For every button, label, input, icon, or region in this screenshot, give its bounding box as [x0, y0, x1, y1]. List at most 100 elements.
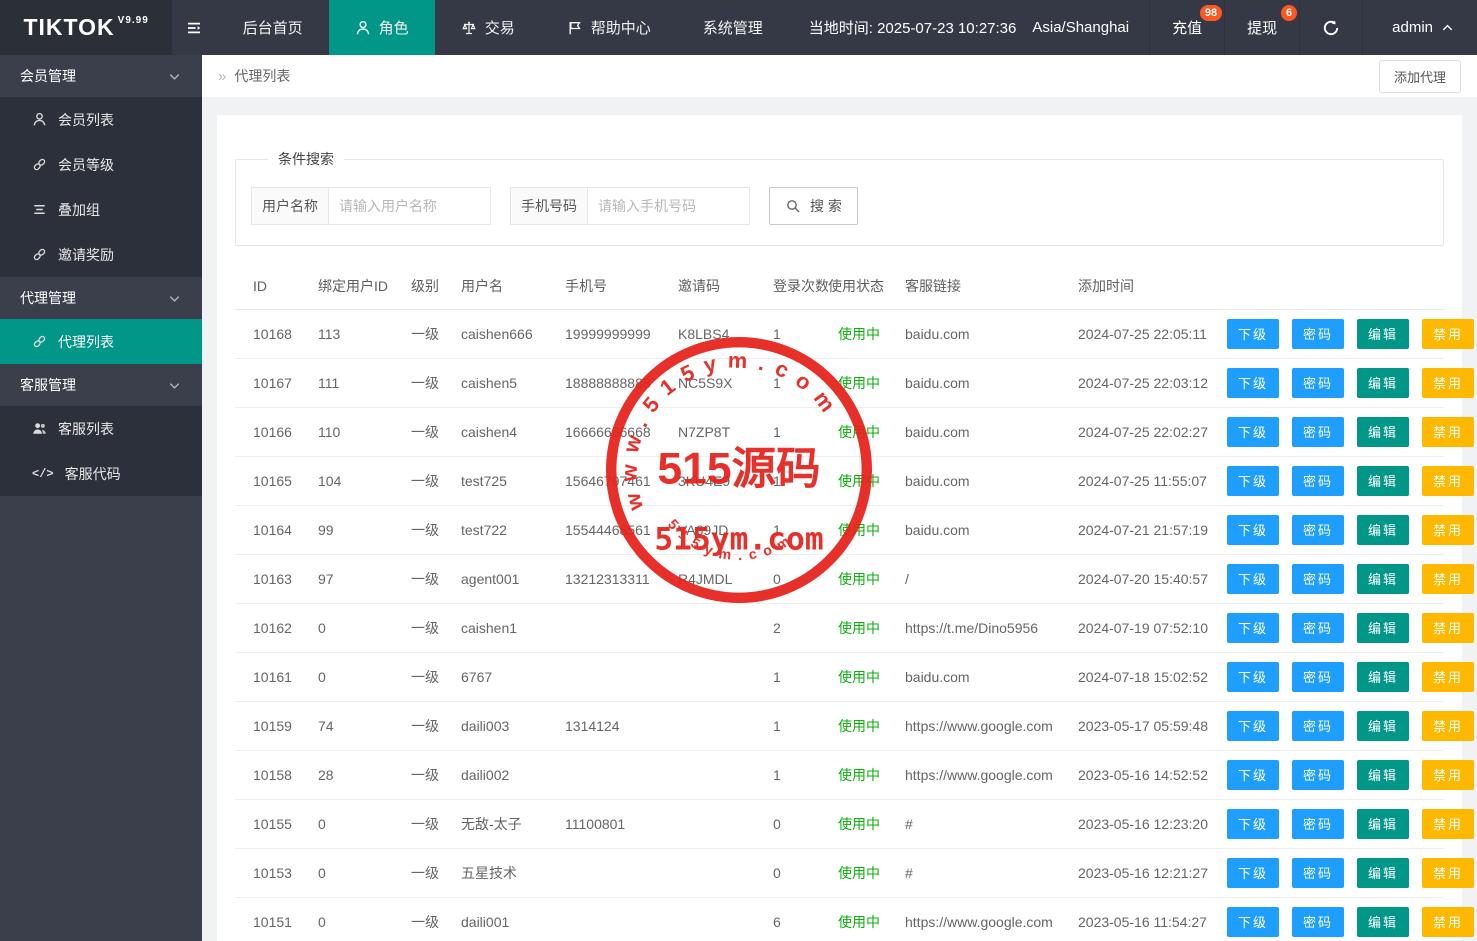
action-disable-button[interactable]: 禁用: [1422, 907, 1474, 937]
action-disable-button[interactable]: 禁用: [1422, 466, 1474, 496]
action-edit-button[interactable]: 编辑: [1357, 564, 1409, 594]
topnav-tab-trade[interactable]: 交易: [435, 0, 541, 55]
withdraw-menu-item[interactable]: 提现 6: [1224, 0, 1299, 55]
action-edit-button[interactable]: 编辑: [1357, 760, 1409, 790]
action-disable-button[interactable]: 禁用: [1422, 564, 1474, 594]
action-edit-button[interactable]: 编辑: [1357, 319, 1409, 349]
action-password-button[interactable]: 密码: [1292, 319, 1344, 349]
action-disable-button[interactable]: 禁用: [1422, 809, 1474, 839]
chevron-down-icon: [167, 69, 182, 84]
brand-logo[interactable]: TIKTOK V9.99: [0, 0, 172, 55]
cell-level: 一级: [411, 652, 461, 701]
action-disable-button[interactable]: 禁用: [1422, 711, 1474, 741]
action-password-button[interactable]: 密码: [1292, 809, 1344, 839]
action-edit-button[interactable]: 编辑: [1357, 613, 1409, 643]
cell-time: 2024-07-19 07:52:10: [1078, 603, 1227, 652]
recharge-menu-item[interactable]: 充值 98: [1149, 0, 1224, 55]
action-subordinates-button[interactable]: 下级: [1227, 417, 1279, 447]
action-password-button[interactable]: 密码: [1292, 368, 1344, 398]
cell-logins: 1: [753, 407, 828, 456]
action-subordinates-button[interactable]: 下级: [1227, 760, 1279, 790]
cell-id: 10158: [235, 750, 318, 799]
cell-invite: [678, 652, 753, 701]
cell-actions: 下级密码编辑禁用: [1227, 652, 1444, 701]
action-edit-button[interactable]: 编辑: [1357, 368, 1409, 398]
sidebar-item-service-code[interactable]: </>客服代码: [0, 451, 202, 496]
action-disable-button[interactable]: 禁用: [1422, 417, 1474, 447]
sidebar-item-service-list[interactable]: 客服列表: [0, 406, 202, 451]
cell-logins: 1: [753, 652, 828, 701]
action-password-button[interactable]: 密码: [1292, 613, 1344, 643]
cell-link: baidu.com: [905, 407, 1078, 456]
cell-phone: 13212313311: [565, 554, 678, 603]
local-time-label: 当地时间: 2025-07-23 10:27:36: [809, 17, 1017, 38]
phone-input[interactable]: [588, 187, 750, 225]
action-password-button[interactable]: 密码: [1292, 515, 1344, 545]
sidebar-item-invite-reward[interactable]: 邀请奖励: [0, 232, 202, 277]
topnav-tab-help[interactable]: 帮助中心: [541, 0, 677, 55]
refresh-button[interactable]: [1299, 0, 1362, 55]
action-subordinates-button[interactable]: 下级: [1227, 319, 1279, 349]
cell-link: /: [905, 554, 1078, 603]
action-subordinates-button[interactable]: 下级: [1227, 368, 1279, 398]
search-button[interactable]: 搜 索: [769, 187, 858, 225]
action-subordinates-button[interactable]: 下级: [1227, 907, 1279, 937]
action-password-button[interactable]: 密码: [1292, 907, 1344, 937]
action-subordinates-button[interactable]: 下级: [1227, 858, 1279, 888]
cell-phone: [565, 652, 678, 701]
action-subordinates-button[interactable]: 下级: [1227, 515, 1279, 545]
action-subordinates-button[interactable]: 下级: [1227, 466, 1279, 496]
action-disable-button[interactable]: 禁用: [1422, 760, 1474, 790]
sidebar-item-stack-group[interactable]: 叠加组: [0, 187, 202, 232]
action-subordinates-button[interactable]: 下级: [1227, 613, 1279, 643]
cell-id: 10155: [235, 799, 318, 848]
add-agent-button[interactable]: 添加代理: [1379, 60, 1461, 93]
sidebar-item-agent-list[interactable]: 代理列表: [0, 319, 202, 364]
action-password-button[interactable]: 密码: [1292, 711, 1344, 741]
action-edit-button[interactable]: 编辑: [1357, 809, 1409, 839]
action-disable-button[interactable]: 禁用: [1422, 662, 1474, 692]
username-field-label: 用户名称: [251, 187, 329, 225]
sidebar-group-service-management[interactable]: 客服管理: [0, 364, 202, 406]
action-password-button[interactable]: 密码: [1292, 858, 1344, 888]
sidebar-group-member-management[interactable]: 会员管理: [0, 55, 202, 97]
cell-time: 2024-07-25 22:03:12: [1078, 358, 1227, 407]
action-subordinates-button[interactable]: 下级: [1227, 711, 1279, 741]
sidebar-toggle-button[interactable]: [172, 0, 216, 55]
action-disable-button[interactable]: 禁用: [1422, 613, 1474, 643]
sidebar-group-agent-management[interactable]: 代理管理: [0, 277, 202, 319]
username-input[interactable]: [329, 187, 491, 225]
action-password-button[interactable]: 密码: [1292, 760, 1344, 790]
action-disable-button[interactable]: 禁用: [1422, 319, 1474, 349]
action-disable-button[interactable]: 禁用: [1422, 368, 1474, 398]
topnav-tab-roles[interactable]: 角色: [329, 0, 435, 55]
action-subordinates-button[interactable]: 下级: [1227, 809, 1279, 839]
action-edit-button[interactable]: 编辑: [1357, 466, 1409, 496]
action-edit-button[interactable]: 编辑: [1357, 662, 1409, 692]
action-subordinates-button[interactable]: 下级: [1227, 662, 1279, 692]
cell-id: 10167: [235, 358, 318, 407]
action-disable-button[interactable]: 禁用: [1422, 858, 1474, 888]
search-panel: 条件搜索 用户名称 手机号码 搜 索: [235, 149, 1444, 246]
topnav-tab-system[interactable]: 系统管理: [677, 0, 789, 55]
action-edit-button[interactable]: 编辑: [1357, 417, 1409, 447]
scale-icon: [461, 20, 477, 36]
action-edit-button[interactable]: 编辑: [1357, 515, 1409, 545]
sidebar-item-member-level[interactable]: 会员等级: [0, 142, 202, 187]
topnav-tab-home[interactable]: 后台首页: [217, 0, 329, 55]
action-password-button[interactable]: 密码: [1292, 417, 1344, 447]
action-password-button[interactable]: 密码: [1292, 466, 1344, 496]
phone-input-group: 手机号码: [510, 187, 750, 225]
user-menu[interactable]: admin: [1362, 0, 1477, 55]
user-icon: [355, 20, 371, 36]
action-edit-button[interactable]: 编辑: [1357, 907, 1409, 937]
action-edit-button[interactable]: 编辑: [1357, 711, 1409, 741]
cell-level: 一级: [411, 799, 461, 848]
sidebar-item-member-list[interactable]: 会员列表: [0, 97, 202, 142]
table-row: 10167111一级caishen518888888888NC5S9X1使用中b…: [235, 358, 1444, 407]
action-subordinates-button[interactable]: 下级: [1227, 564, 1279, 594]
action-password-button[interactable]: 密码: [1292, 564, 1344, 594]
action-disable-button[interactable]: 禁用: [1422, 515, 1474, 545]
action-password-button[interactable]: 密码: [1292, 662, 1344, 692]
action-edit-button[interactable]: 编辑: [1357, 858, 1409, 888]
